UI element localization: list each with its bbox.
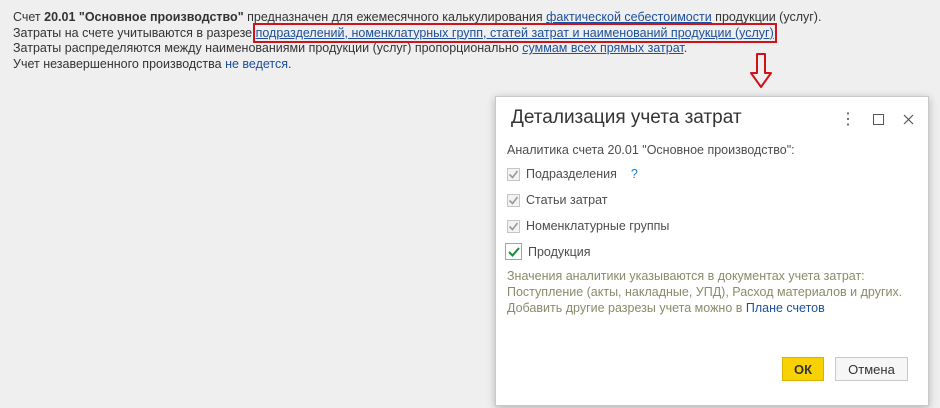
text-fragment: Затраты распределяются между наименовани… bbox=[13, 41, 523, 55]
text-fragment: Затраты на счете учитываются в разрезе bbox=[13, 25, 256, 40]
account-code: 20.01 bbox=[44, 10, 76, 24]
cancel-button[interactable]: Отмена bbox=[835, 357, 908, 381]
text-fragment: продукции (услуг). bbox=[711, 10, 822, 24]
dialog-window-controls: ⋮ bbox=[838, 109, 918, 129]
ok-button[interactable]: ОК bbox=[782, 357, 824, 381]
products-checkbox[interactable] bbox=[505, 243, 522, 260]
description-line-1: Счет 20.01 "Основное производство" предн… bbox=[13, 10, 821, 26]
checkbox-row-nomenclature-groups: Номенклатурные группы bbox=[507, 219, 669, 233]
checkbox-label: Подразделения bbox=[526, 167, 617, 181]
checkbox-row-subdivisions: Подразделения ? bbox=[507, 167, 638, 181]
wip-accounting-link[interactable]: не ведется bbox=[225, 57, 288, 71]
dialog-title: Детализация учета затрат bbox=[511, 107, 742, 128]
chart-of-accounts-link[interactable]: Плане счетов bbox=[746, 301, 825, 315]
close-icon[interactable] bbox=[898, 109, 918, 129]
account-description: Счет 20.01 "Основное производство" предн… bbox=[13, 10, 821, 72]
checkbox-label: Номенклатурные группы bbox=[526, 219, 670, 233]
checkbox-row-cost-items: Статьи затрат bbox=[507, 193, 607, 207]
account-name: "Основное производство" bbox=[78, 10, 244, 24]
help-icon[interactable]: ? bbox=[631, 167, 638, 181]
checkbox-label: Статьи затрат bbox=[526, 193, 608, 207]
text-fragment: Учет незавершенного производства bbox=[13, 56, 226, 71]
cost-items-checkbox[interactable] bbox=[507, 193, 520, 207]
text-fragment: предназначен для ежемесячного калькулиро… bbox=[243, 10, 547, 24]
actual-cost-link[interactable]: фактической себестоимости bbox=[546, 10, 712, 24]
analytics-note: Значения аналитики указываются в докумен… bbox=[507, 268, 907, 316]
more-vertical-icon[interactable]: ⋮ bbox=[838, 109, 858, 129]
text-fragment: . bbox=[288, 56, 292, 71]
description-line-3: Затраты распределяются между наименовани… bbox=[13, 41, 821, 57]
checkbox-row-products: Продукция bbox=[505, 243, 591, 260]
description-line-4: Учет незавершенного производства не веде… bbox=[13, 57, 821, 73]
cost-detail-dialog: Детализация учета затрат ⋮ Аналитика сче… bbox=[495, 96, 929, 406]
down-arrow-icon bbox=[750, 53, 772, 88]
note-add-text: Добавить другие разрезы учета можно в bbox=[507, 301, 746, 315]
maximize-icon[interactable] bbox=[868, 109, 888, 129]
direct-costs-link[interactable]: суммам всех прямых затрат bbox=[522, 41, 683, 55]
text-fragment: Счет bbox=[13, 10, 45, 24]
analytics-dimensions-link[interactable]: подразделений, номенклатурных групп, ста… bbox=[252, 22, 777, 43]
description-line-2: Затраты на счете учитываются в разрезе п… bbox=[13, 22, 821, 43]
text-fragment: . bbox=[683, 41, 688, 55]
nomenclature-groups-checkbox[interactable] bbox=[507, 219, 520, 233]
subdivisions-checkbox[interactable] bbox=[507, 167, 520, 181]
note-text: Значения аналитики указываются в докумен… bbox=[507, 269, 903, 299]
section-label: Аналитика счета 20.01 "Основное производ… bbox=[507, 143, 795, 157]
checkbox-label: Продукция bbox=[528, 244, 591, 259]
